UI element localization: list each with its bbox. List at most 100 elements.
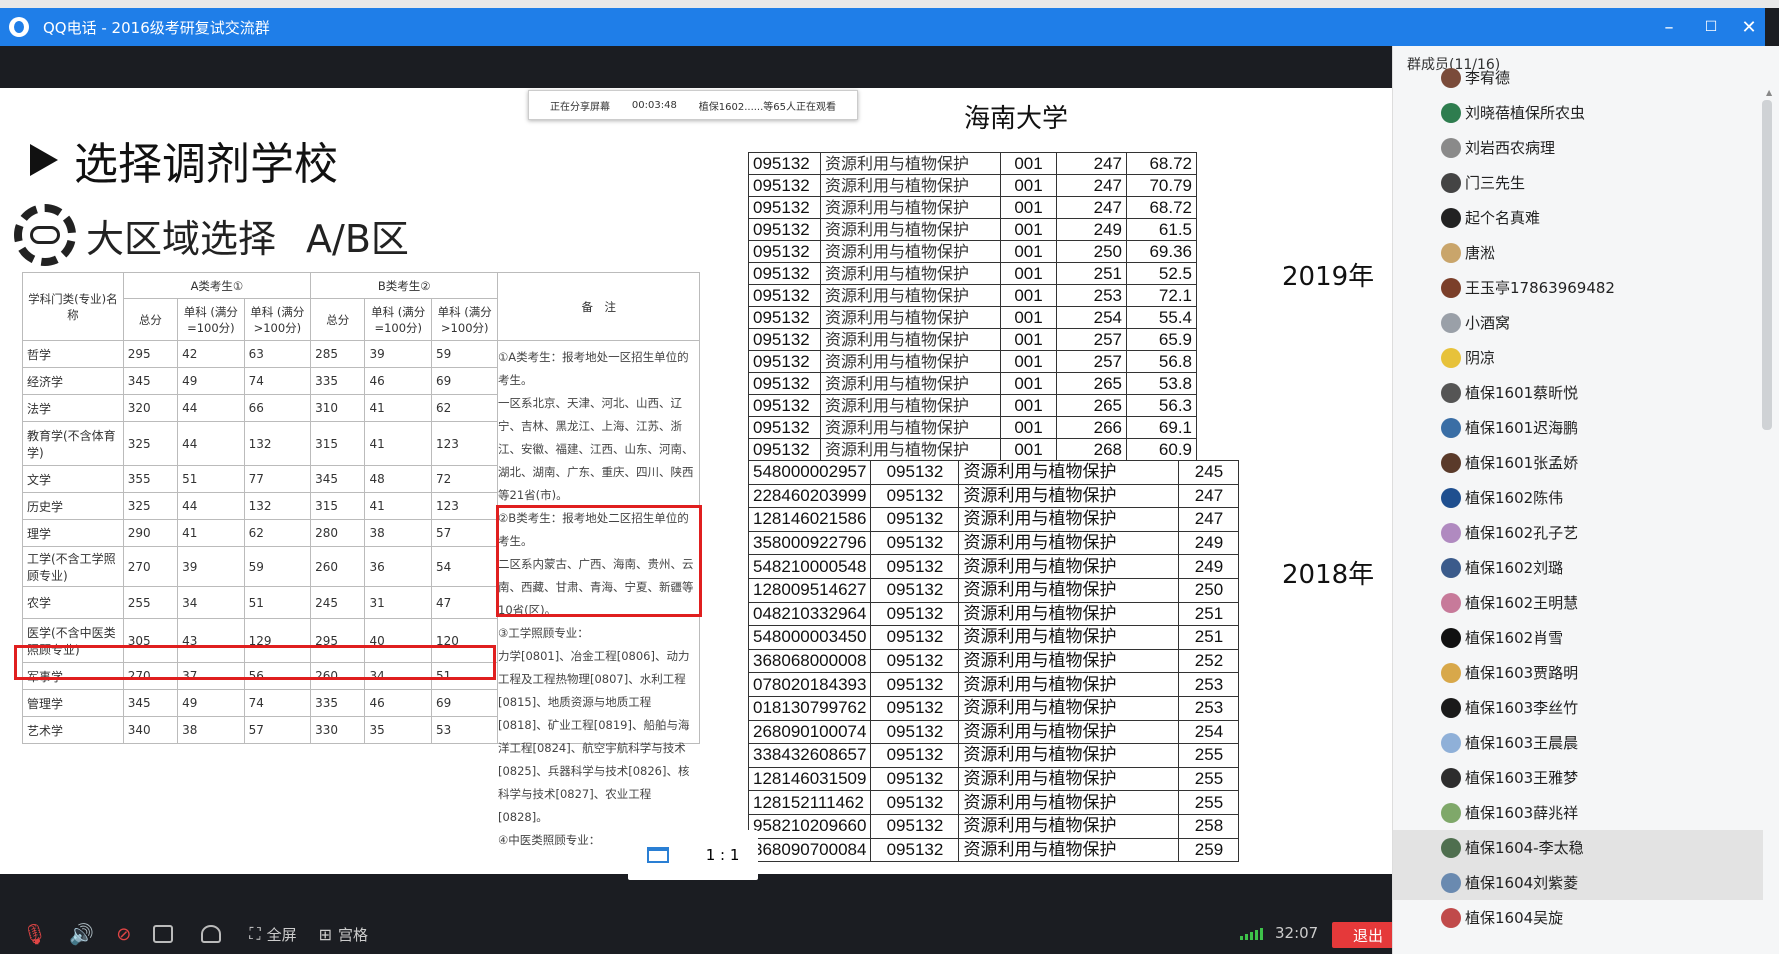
member-item[interactable]: 植保1602王明慧	[1393, 585, 1763, 620]
col-b-single100p: 单科 (满分>100分)	[430, 298, 499, 341]
score-cell: 285	[310, 340, 366, 368]
member-item[interactable]: 植保1603贾路明	[1393, 655, 1763, 690]
member-item[interactable]: 植保1603王雅梦	[1393, 760, 1763, 795]
mic-muted-icon[interactable]: 🎙	[22, 922, 47, 946]
member-item[interactable]: 王玉亭17863969482	[1393, 270, 1763, 305]
fullscreen-button[interactable]: ⛶ 全屏	[249, 924, 296, 945]
cell-2019: 095132	[748, 416, 821, 439]
cell-2019: 247	[1056, 152, 1127, 175]
subject-cell: 历史学	[22, 492, 124, 520]
row-2019: 095132 资源利用与植物保护 001 265 56.3	[748, 394, 1197, 417]
score-cell: 325	[122, 492, 179, 520]
member-item[interactable]: 唐淞	[1393, 235, 1763, 270]
score-cell: 51	[243, 586, 312, 619]
member-item[interactable]: 小酒窝	[1393, 305, 1763, 340]
cell-2018: 253	[1178, 672, 1240, 697]
cell-2019: 095132	[748, 262, 821, 285]
member-name: 植保1602陈伟	[1465, 489, 1564, 507]
triangle-icon	[30, 144, 58, 176]
cell-2019: 001	[1000, 240, 1057, 263]
score-cell: 295	[122, 340, 179, 368]
score-cell: 132	[243, 492, 312, 520]
cell-2018: 048210332964	[747, 601, 872, 627]
member-item[interactable]: 植保1603薛兆祥	[1393, 795, 1763, 830]
score-cell: 77	[243, 465, 312, 493]
whiteboard-icon[interactable]	[201, 925, 227, 943]
cell-2019: 095132	[748, 218, 821, 241]
cell-2019: 001	[1000, 218, 1057, 241]
member-item[interactable]: 植保1604-李太稳	[1393, 830, 1763, 865]
member-item[interactable]: 植保1602陈伟	[1393, 480, 1763, 515]
subject-cell: 文学	[22, 465, 124, 493]
scroll-up-icon[interactable]: ▲	[1766, 88, 1772, 97]
member-item[interactable]: 李宥德	[1393, 60, 1763, 95]
member-item[interactable]: 起个名真难	[1393, 200, 1763, 235]
grid-button[interactable]: ⊞ 宫格	[319, 924, 368, 945]
member-item[interactable]: 门三先生	[1393, 165, 1763, 200]
member-list[interactable]: 李宥德刘晓蓓植保所农虫 刘岩西农病理 门三先生 起个名真难唐淞王玉亭178639694…	[1393, 60, 1763, 938]
member-item[interactable]: 刘晓蓓植保所农虫	[1393, 95, 1763, 130]
cell-2018: 250	[1178, 577, 1240, 603]
row-2019: 095132 资源利用与植物保护 001 251 52.5	[748, 262, 1197, 285]
cell-2019: 资源利用与植物保护	[820, 372, 1001, 395]
cell-2019: 资源利用与植物保护	[820, 306, 1001, 329]
score-cell: 62	[243, 519, 312, 547]
cell-2018: 548000003450	[747, 625, 872, 650]
zoom-control[interactable]: 1 : 1	[628, 830, 758, 880]
minimize-button[interactable]: –	[1652, 8, 1686, 46]
member-item[interactable]: 植保1601蔡昕悦	[1393, 375, 1763, 410]
member-name: 唐淞	[1465, 244, 1496, 262]
cell-2018: 095132	[870, 743, 960, 768]
subject-cell: 艺术学	[22, 716, 124, 744]
row-2019: 095132 资源利用与植物保护 001 254 55.4	[748, 306, 1197, 329]
close-button[interactable]: ✕	[1732, 8, 1766, 46]
row-2018: 958210209660 095132 资源利用与植物保护 258	[747, 813, 1240, 839]
cell-2018: 253	[1178, 695, 1240, 721]
member-item[interactable]: 刘岩西农病理	[1393, 130, 1763, 165]
score-cell: 335	[310, 689, 366, 717]
score-cell: 320	[122, 394, 179, 422]
member-item[interactable]: 植保1604刘紫菱	[1393, 865, 1763, 900]
avatar	[1441, 207, 1461, 228]
cell-2019: 001	[1000, 152, 1057, 175]
cell-2019: 资源利用与植物保护	[820, 438, 1001, 461]
cell-2019: 69.36	[1126, 240, 1197, 263]
score-cell: 62	[430, 394, 499, 422]
member-item[interactable]: 植保1602刘璐	[1393, 550, 1763, 585]
cell-2018: 资源利用与植物保护	[958, 625, 1180, 650]
speaker-icon[interactable]: 🔊	[69, 922, 94, 946]
member-item[interactable]: 植保1604吴旋	[1393, 900, 1763, 935]
remark-line: 力学[0801]、冶金工程[0806]、动力工程及工程热物理[0807]、水利工…	[498, 649, 690, 824]
score-cell: 44	[177, 492, 245, 520]
row-2019: 095132 资源利用与植物保护 001 266 69.1	[748, 416, 1197, 439]
avatar	[1441, 382, 1461, 403]
cell-2018: 368090700084	[747, 837, 872, 863]
member-item[interactable]: 植保1602肖雪	[1393, 620, 1763, 655]
avatar	[1441, 417, 1461, 438]
member-name: 李宥德	[1465, 69, 1511, 87]
cell-2018: 资源利用与植物保护	[958, 530, 1180, 556]
cell-2018: 资源利用与植物保护	[958, 460, 1180, 485]
cell-2018: 128146031509	[747, 766, 872, 792]
member-item[interactable]: 植保1603李丝竹	[1393, 690, 1763, 725]
member-scrollbar[interactable]	[1762, 100, 1772, 430]
row-2018: 548000003450 095132 资源利用与植物保护 251	[747, 625, 1240, 650]
cell-2019: 268	[1056, 438, 1127, 461]
score-cell: 345	[122, 689, 179, 717]
row-2018: 128146031509 095132 资源利用与植物保护 255	[747, 766, 1240, 792]
member-item[interactable]: 植保1601张孟娇	[1393, 445, 1763, 480]
camera-off-icon[interactable]: ⊘	[116, 924, 131, 945]
score-cell: 42	[177, 340, 245, 368]
member-item[interactable]: 阴凉	[1393, 340, 1763, 375]
member-name: 植保1601蔡昕悦	[1465, 384, 1579, 402]
member-item[interactable]: 植保1601迟海鹏	[1393, 410, 1763, 445]
row-2018: 268090100074 095132 资源利用与植物保护 254	[747, 719, 1240, 745]
screen-share-icon[interactable]	[153, 925, 179, 943]
score-cell: 48	[364, 465, 432, 493]
maximize-button[interactable]: ☐	[1694, 8, 1728, 46]
member-item[interactable]: 植保1603王晨晨	[1393, 725, 1763, 760]
cell-2018: 资源利用与植物保护	[958, 766, 1180, 792]
member-item[interactable]: 植保1602孔子艺	[1393, 515, 1763, 550]
cell-2018: 259	[1178, 837, 1240, 863]
member-item[interactable]: 朱雁飞青农农虫	[1393, 935, 1763, 938]
